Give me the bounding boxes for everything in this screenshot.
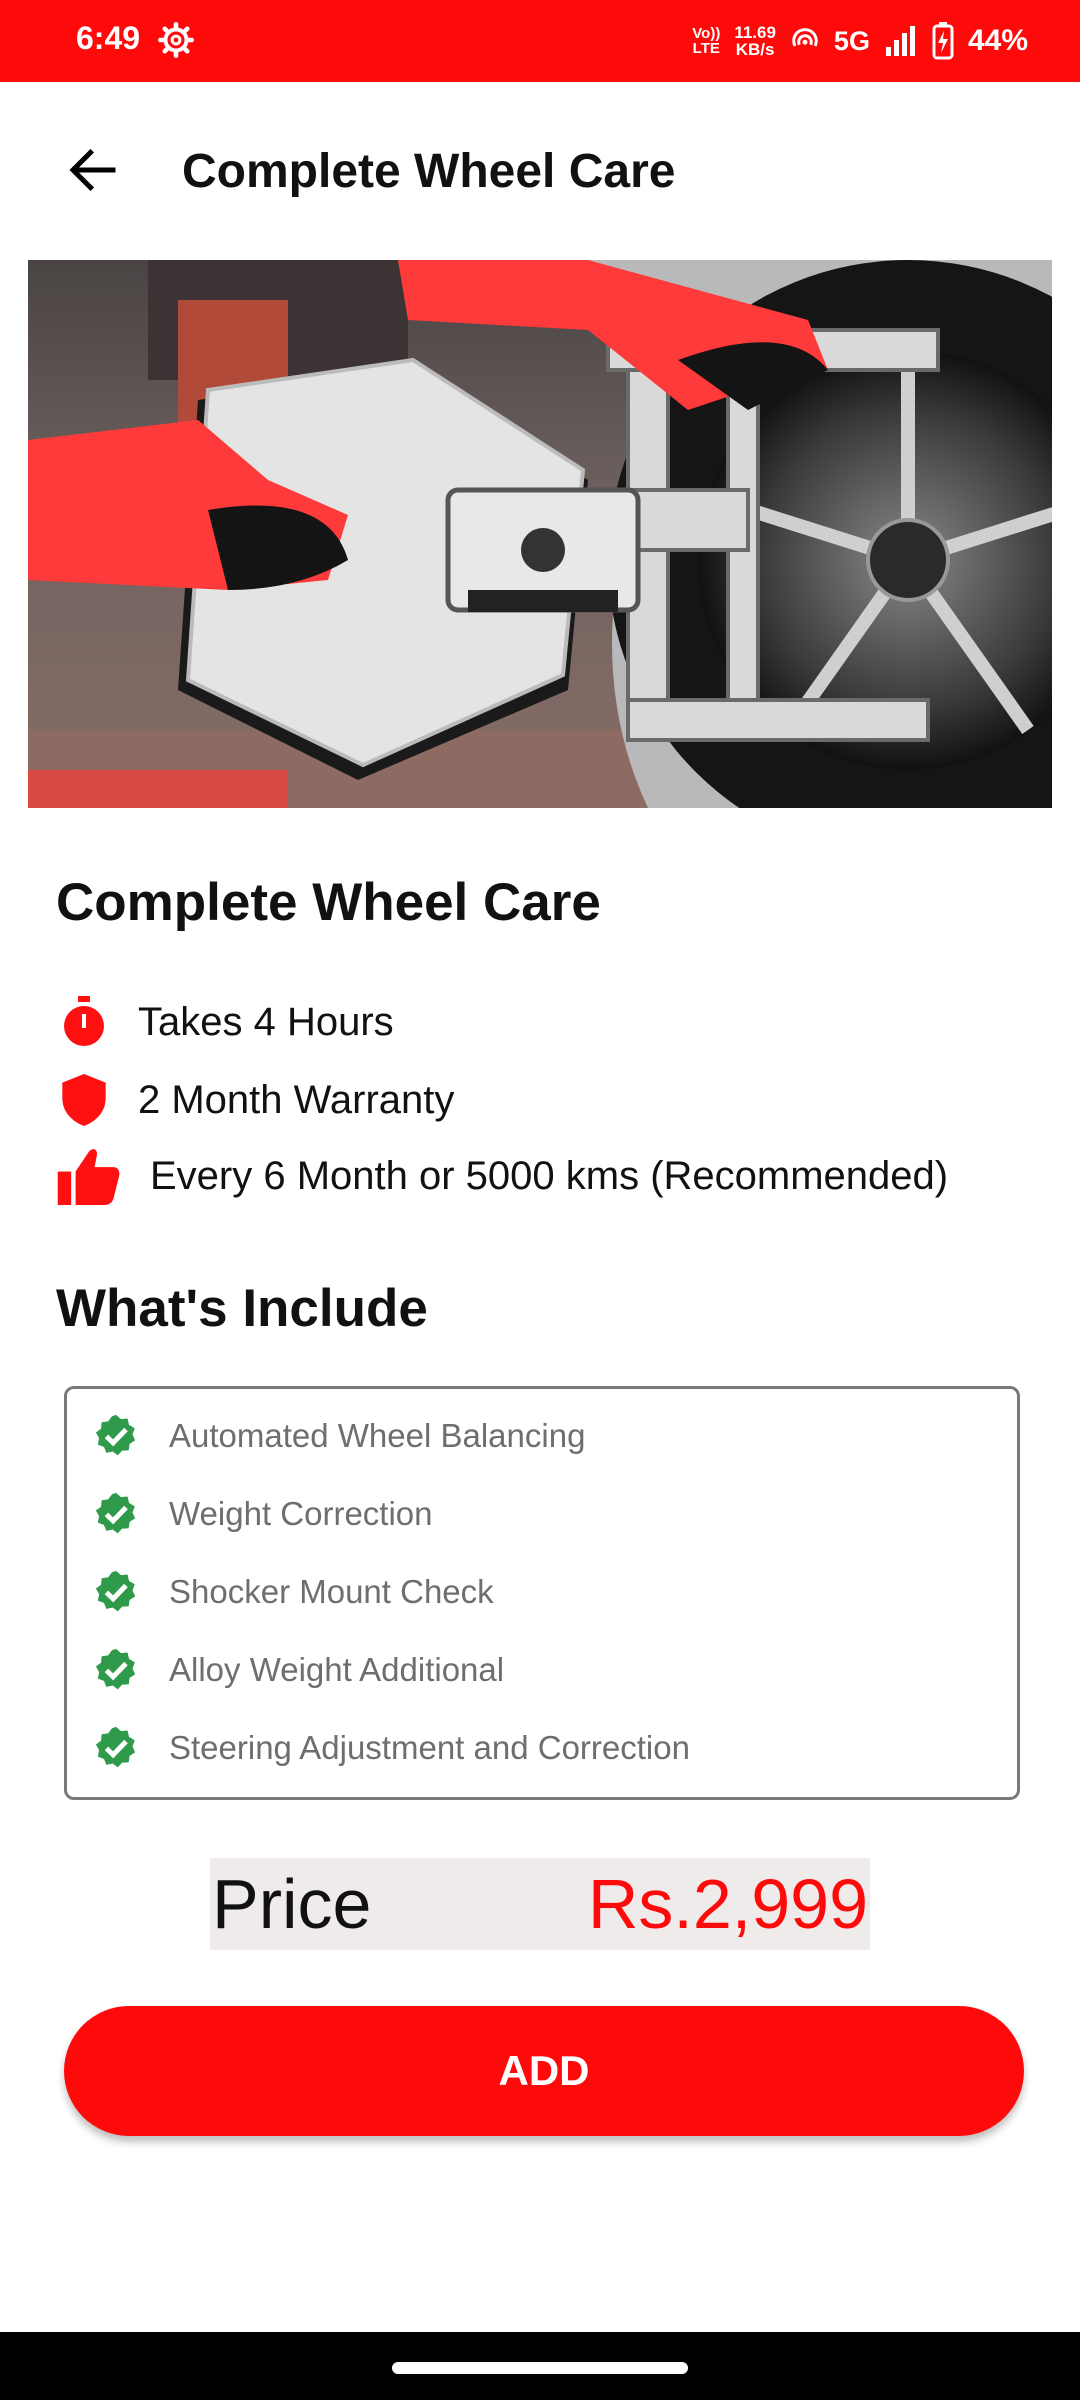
price-box: Price Rs.2,999: [210, 1858, 870, 1950]
settings-gear-icon: [158, 22, 194, 58]
include-item-label: Alloy Weight Additional: [169, 1651, 505, 1688]
battery-percent: 44%: [967, 24, 1028, 57]
volte-line1: Vo)): [692, 25, 721, 42]
verified-check-icon: [95, 1414, 136, 1456]
info-recommendation: Every 6 Month or 5000 kms (Recommended): [56, 1148, 949, 1205]
page-title: Complete Wheel Care: [182, 145, 676, 198]
volte-line2: LTE: [692, 40, 720, 57]
price-label: Price: [212, 1865, 372, 1943]
service-title: Complete Wheel Care: [56, 873, 601, 932]
include-item-label: Shocker Mount Check: [169, 1573, 494, 1610]
verified-check-icon: [95, 1648, 136, 1690]
add-button[interactable]: ADD: [64, 2006, 1024, 2136]
info-duration: Takes 4 Hours: [56, 994, 394, 1050]
duration-text: Takes 4 Hours: [138, 999, 394, 1044]
verified-check-icon: [95, 1570, 136, 1612]
verified-check-icon: [95, 1492, 136, 1534]
warranty-text: 2 Month Warranty: [138, 1077, 455, 1122]
hotspot-icon: [792, 28, 818, 47]
list-item: Shocker Mount Check: [93, 1569, 494, 1615]
network-speed: 11.69 KB/s: [734, 24, 776, 58]
recommendation-text: Every 6 Month or 5000 kms (Recommended): [150, 1153, 949, 1198]
wheel-alignment-illustration: [28, 260, 1052, 808]
app-bar: Complete Wheel Care: [0, 82, 1080, 258]
includes-title: What's Include: [56, 1279, 428, 1338]
info-warranty: 2 Month Warranty: [56, 1072, 454, 1128]
status-bar: 6:49 Vo)) LTE 11.69 KB/s 5G 44%: [0, 0, 1080, 82]
signal-icon: [885, 26, 915, 56]
status-indicators: Vo)) LTE 11.69 KB/s 5G 44%: [692, 16, 1028, 66]
list-item: Steering Adjustment and Correction: [93, 1725, 690, 1771]
arrow-left-icon[interactable]: [60, 140, 126, 200]
verified-check-icon: [95, 1726, 136, 1768]
battery-charging-icon: [932, 22, 954, 60]
speed-value: 11.69: [734, 23, 776, 42]
thumbs-up-icon: [56, 1148, 122, 1205]
shield-icon: [56, 1072, 112, 1128]
status-time: 6:49: [76, 20, 141, 56]
list-item: Alloy Weight Additional: [93, 1647, 504, 1693]
include-item-label: Steering Adjustment and Correction: [169, 1729, 690, 1766]
includes-list: Automated Wheel Balancing Weight Correct…: [64, 1386, 1020, 1800]
price-value: Rs.2,999: [587, 1865, 868, 1943]
speed-unit: KB/s: [735, 40, 775, 59]
service-hero-image: [28, 260, 1052, 808]
home-gesture-handle[interactable]: [392, 2362, 688, 2374]
include-item-label: Weight Correction: [169, 1495, 433, 1532]
list-item: Weight Correction: [93, 1491, 433, 1537]
list-item: Automated Wheel Balancing: [93, 1413, 585, 1459]
volte-indicator: Vo)) LTE: [692, 26, 720, 56]
stopwatch-icon: [56, 994, 112, 1050]
network-type: 5G: [833, 25, 870, 56]
include-item-label: Automated Wheel Balancing: [169, 1417, 586, 1454]
